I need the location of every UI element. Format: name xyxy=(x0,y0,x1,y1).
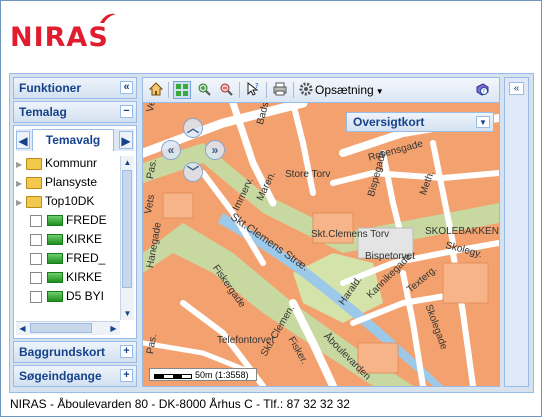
layer-icon xyxy=(47,215,63,227)
toolbar-separator xyxy=(168,82,169,98)
overview-map-header[interactable]: Oversigtkort ▼ xyxy=(346,112,494,132)
folder-icon xyxy=(26,195,42,208)
layer-checkbox[interactable] xyxy=(30,290,42,303)
chevron-down-icon: ▼ xyxy=(375,87,384,96)
zoom-out-icon[interactable] xyxy=(217,81,235,99)
scroll-up-icon[interactable]: ▲ xyxy=(121,156,134,169)
temalag-body: ◀ Temavalg ▶ ▶ Kommunr ▶ Plansyste ▶ Top10D… xyxy=(13,125,137,339)
toolbar-separator xyxy=(293,82,294,98)
pan-left-button[interactable]: « xyxy=(161,140,181,160)
tree-item-label: Kommunr xyxy=(45,156,98,170)
scroll-down-icon[interactable]: ▼ xyxy=(121,307,134,320)
street-label: Store Torv xyxy=(285,169,331,180)
folder-icon xyxy=(26,176,42,189)
layer-checkbox[interactable] xyxy=(30,252,42,265)
footer-address: NIRAS - Åboulevarden 80 - DK-8000 Århus … xyxy=(10,397,350,411)
street-label: Skt.Clemens Torv xyxy=(311,229,390,240)
funktioner-header[interactable]: Funktioner « xyxy=(13,77,137,99)
settings-icon[interactable] xyxy=(297,81,315,99)
layer-checkbox[interactable] xyxy=(30,214,42,227)
logo-text: NIRAS xyxy=(10,22,109,53)
map-toolbar: ? Opsætning ▼ ? xyxy=(143,78,499,103)
map-panel: ? Opsætning ▼ ? Rosensgade Store Torv Im… xyxy=(142,77,500,387)
expand-arrow-icon[interactable]: ▶ xyxy=(16,175,26,193)
help-icon[interactable]: ? xyxy=(473,81,491,99)
tree-layer-row[interactable]: KIRKE xyxy=(26,230,102,248)
soegeindgange-expand-button[interactable]: + xyxy=(120,369,133,382)
tree-folder-row[interactable]: ▶ Top10DK xyxy=(16,192,94,210)
toolbar-separator xyxy=(266,82,267,98)
tree-layer-row[interactable]: FREDE xyxy=(26,211,107,229)
tab-temavalg[interactable]: Temavalg xyxy=(32,129,114,151)
overview-expand-button[interactable]: ▼ xyxy=(476,116,490,128)
baggrundskort-header[interactable]: Baggrundskort + xyxy=(13,341,137,363)
folder-icon xyxy=(26,157,42,170)
tree-layer-row[interactable]: FRED_ xyxy=(26,249,105,267)
scroll-left-icon[interactable]: ◀ xyxy=(16,322,29,335)
settings-menu-label: Opsætning xyxy=(315,83,374,97)
identify-icon[interactable]: ? xyxy=(244,81,262,99)
pan-up-button[interactable]: ︿ xyxy=(183,118,203,138)
layer-icon xyxy=(47,272,63,284)
scroll-thumb[interactable] xyxy=(122,170,132,288)
temalag-label: Temalag xyxy=(19,105,67,119)
layer-checkbox[interactable] xyxy=(30,233,42,246)
scroll-thumb[interactable] xyxy=(30,323,92,333)
scale-text: 50m (1:3558) xyxy=(195,370,249,380)
soegeindgange-label: Søgeindgange xyxy=(19,369,102,383)
tab-bar: ◀ Temavalg ▶ xyxy=(16,129,134,151)
street-label: SKOLEBAKKEN S xyxy=(425,226,499,237)
tree-folder-row[interactable]: ▶ Kommunr xyxy=(16,154,97,172)
tree-item-label: Top10DK xyxy=(45,194,95,208)
layer-icon xyxy=(47,234,63,246)
niras-logo: NIRAS xyxy=(10,12,135,53)
tree-layer-row[interactable]: D5 BYI xyxy=(26,287,104,305)
svg-text:?: ? xyxy=(255,82,259,90)
full-extent-icon[interactable] xyxy=(173,81,191,99)
home-icon[interactable] xyxy=(147,81,165,99)
tab-scroll-left-button[interactable]: ◀ xyxy=(16,131,30,149)
layer-icon xyxy=(47,253,63,265)
funktioner-label: Funktioner xyxy=(19,81,81,95)
soegeindgange-header[interactable]: Søgeindgange + xyxy=(13,365,137,387)
temalag-header[interactable]: Temalag − xyxy=(13,101,137,123)
right-panel: « xyxy=(504,77,529,387)
settings-menu-button[interactable]: Opsætning ▼ xyxy=(315,81,384,99)
scale-bar-graphic xyxy=(154,374,192,379)
pan-down-button[interactable]: ﹀ xyxy=(183,162,203,182)
app-frame: NIRAS Funktioner « Temalag − ◀ Temavalg … xyxy=(0,0,542,417)
app-viewport: Funktioner « Temalag − ◀ Temavalg ▶ ▶ Kom… xyxy=(9,73,534,393)
tree-item-label: D5 BYI xyxy=(66,289,105,303)
tree-layer-row[interactable]: KIRKE xyxy=(26,268,102,286)
tree-item-label: KIRKE xyxy=(66,270,103,284)
svg-text:?: ? xyxy=(482,89,485,95)
layer-checkbox[interactable] xyxy=(30,271,42,284)
expand-right-button[interactable]: « xyxy=(509,82,524,95)
map-canvas[interactable]: Vesterg. Badstuegade Rosensgade Store To… xyxy=(143,103,499,386)
tree-item-label: FRED_ xyxy=(66,251,106,265)
pan-right-button[interactable]: » xyxy=(205,140,225,160)
collapse-left-button[interactable]: « xyxy=(120,81,133,94)
overview-map-label: Oversigtkort xyxy=(353,115,425,129)
toolbar-separator xyxy=(239,82,240,98)
tree-folder-row[interactable]: ▶ Plansyste xyxy=(16,173,97,191)
tree-item-label: Plansyste xyxy=(45,175,98,189)
tree-item-label: KIRKE xyxy=(66,232,103,246)
scroll-right-icon[interactable]: ▶ xyxy=(107,322,120,335)
layer-tree: ▶ Kommunr ▶ Plansyste ▶ Top10DK FREDE KIRKE xyxy=(16,154,128,320)
baggrundskort-label: Baggrundskort xyxy=(19,345,106,359)
baggrundskort-expand-button[interactable]: + xyxy=(120,345,133,358)
expand-arrow-icon[interactable]: ▶ xyxy=(16,156,26,174)
layer-icon xyxy=(47,291,63,303)
left-panel: Funktioner « Temalag − ◀ Temavalg ▶ ▶ Kom… xyxy=(13,77,137,387)
print-icon[interactable] xyxy=(271,81,289,99)
tree-vertical-scrollbar[interactable]: ▲ ▼ xyxy=(120,156,134,320)
temalag-collapse-button[interactable]: − xyxy=(120,105,133,118)
scale-bar: 50m (1:3558) xyxy=(149,368,257,381)
tab-scroll-right-button[interactable]: ▶ xyxy=(119,131,133,149)
expand-arrow-icon[interactable]: ▶ xyxy=(16,194,26,212)
tree-horizontal-scrollbar[interactable]: ◀ ▶ xyxy=(16,321,120,335)
zoom-in-icon[interactable] xyxy=(195,81,213,99)
tree-item-label: FREDE xyxy=(66,213,107,227)
